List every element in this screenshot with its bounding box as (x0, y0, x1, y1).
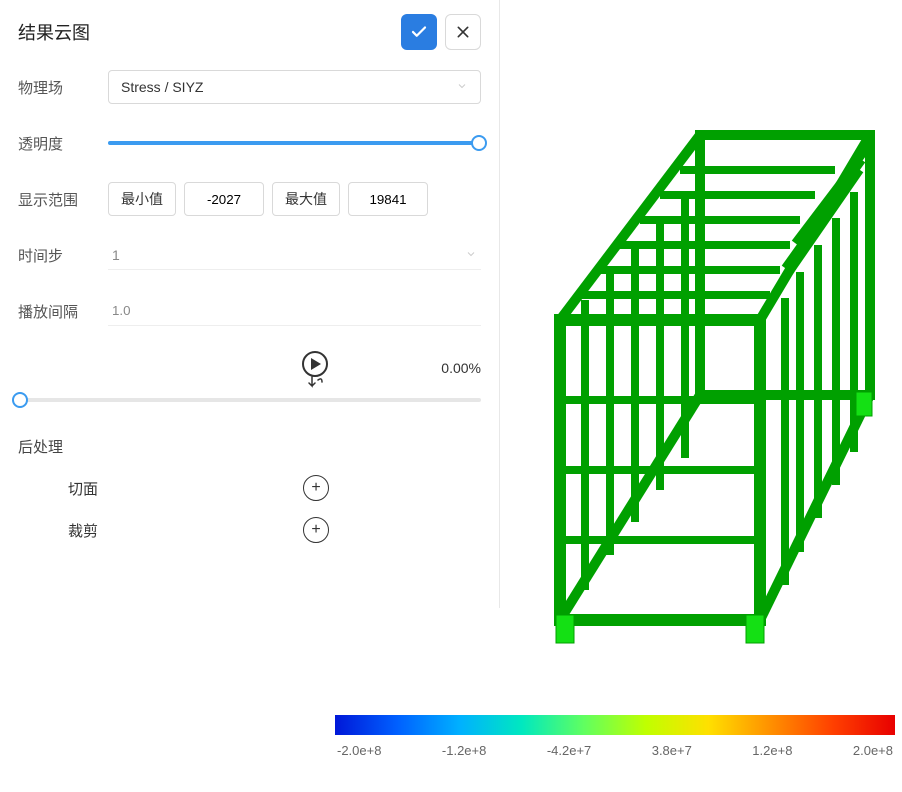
timeline-slider[interactable] (18, 390, 481, 410)
range-row: 显示范围 最小值 最大值 (18, 182, 481, 216)
color-legend: -2.0e+8 -1.2e+8 -4.2e+7 3.8e+7 1.2e+8 2.… (335, 715, 895, 758)
range-label: 显示范围 (18, 189, 108, 210)
add-clip-button[interactable]: + (303, 517, 329, 543)
legend-tick: 1.2e+8 (752, 743, 792, 758)
timestep-label: 时间步 (18, 245, 108, 266)
add-section-button[interactable]: + (303, 475, 329, 501)
plus-icon: + (311, 480, 320, 496)
clip-label: 裁剪 (68, 520, 188, 541)
panel-title: 结果云图 (18, 19, 393, 45)
chevron-down-icon (456, 79, 468, 95)
close-icon (455, 24, 471, 40)
slider-thumb[interactable] (12, 392, 28, 408)
max-label: 最大值 (272, 182, 340, 216)
play-row (148, 350, 481, 386)
panel-header: 结果云图 (18, 14, 481, 50)
chevron-down-icon (465, 247, 477, 263)
opacity-row: 透明度 (18, 126, 481, 160)
section-plane-row: 切面 + (18, 475, 481, 501)
interval-row: 播放间隔 (18, 294, 481, 328)
physics-label: 物理场 (18, 77, 108, 98)
interval-input[interactable] (108, 296, 481, 326)
legend-tick: -2.0e+8 (337, 743, 381, 758)
legend-tick: 2.0e+8 (853, 743, 893, 758)
play-icon (297, 350, 333, 392)
play-button[interactable] (297, 350, 333, 386)
timeline-row (18, 390, 481, 410)
results-panel: 结果云图 物理场 Stress / SIYZ 透明度 显示范 (0, 0, 500, 608)
progress-text: 0.00% (441, 360, 481, 376)
timestep-select[interactable]: 1 (108, 240, 481, 270)
clip-row: 裁剪 + (18, 517, 481, 543)
legend-ticks: -2.0e+8 -1.2e+8 -4.2e+7 3.8e+7 1.2e+8 2.… (335, 743, 895, 758)
confirm-button[interactable] (401, 14, 437, 50)
postprocess-label: 后处理 (18, 436, 481, 457)
min-label: 最小值 (108, 182, 176, 216)
interval-label: 播放间隔 (18, 301, 108, 322)
opacity-slider[interactable] (108, 133, 481, 153)
legend-tick: -1.2e+8 (442, 743, 486, 758)
min-input[interactable] (184, 182, 264, 216)
plus-icon: + (311, 522, 320, 538)
slider-thumb[interactable] (471, 135, 487, 151)
max-input[interactable] (348, 182, 428, 216)
timestep-value: 1 (112, 247, 120, 263)
opacity-label: 透明度 (18, 133, 108, 154)
close-button[interactable] (445, 14, 481, 50)
check-icon (410, 23, 428, 41)
physics-value: Stress / SIYZ (121, 79, 203, 95)
legend-tick: 3.8e+7 (652, 743, 692, 758)
section-plane-label: 切面 (68, 478, 188, 499)
viewport-3d[interactable] (500, 0, 902, 700)
legend-tick: -4.2e+7 (547, 743, 591, 758)
physics-select[interactable]: Stress / SIYZ (108, 70, 481, 104)
legend-gradient (335, 715, 895, 735)
physics-row: 物理场 Stress / SIYZ (18, 70, 481, 104)
timestep-row: 时间步 1 (18, 238, 481, 272)
structure-render (500, 0, 902, 700)
